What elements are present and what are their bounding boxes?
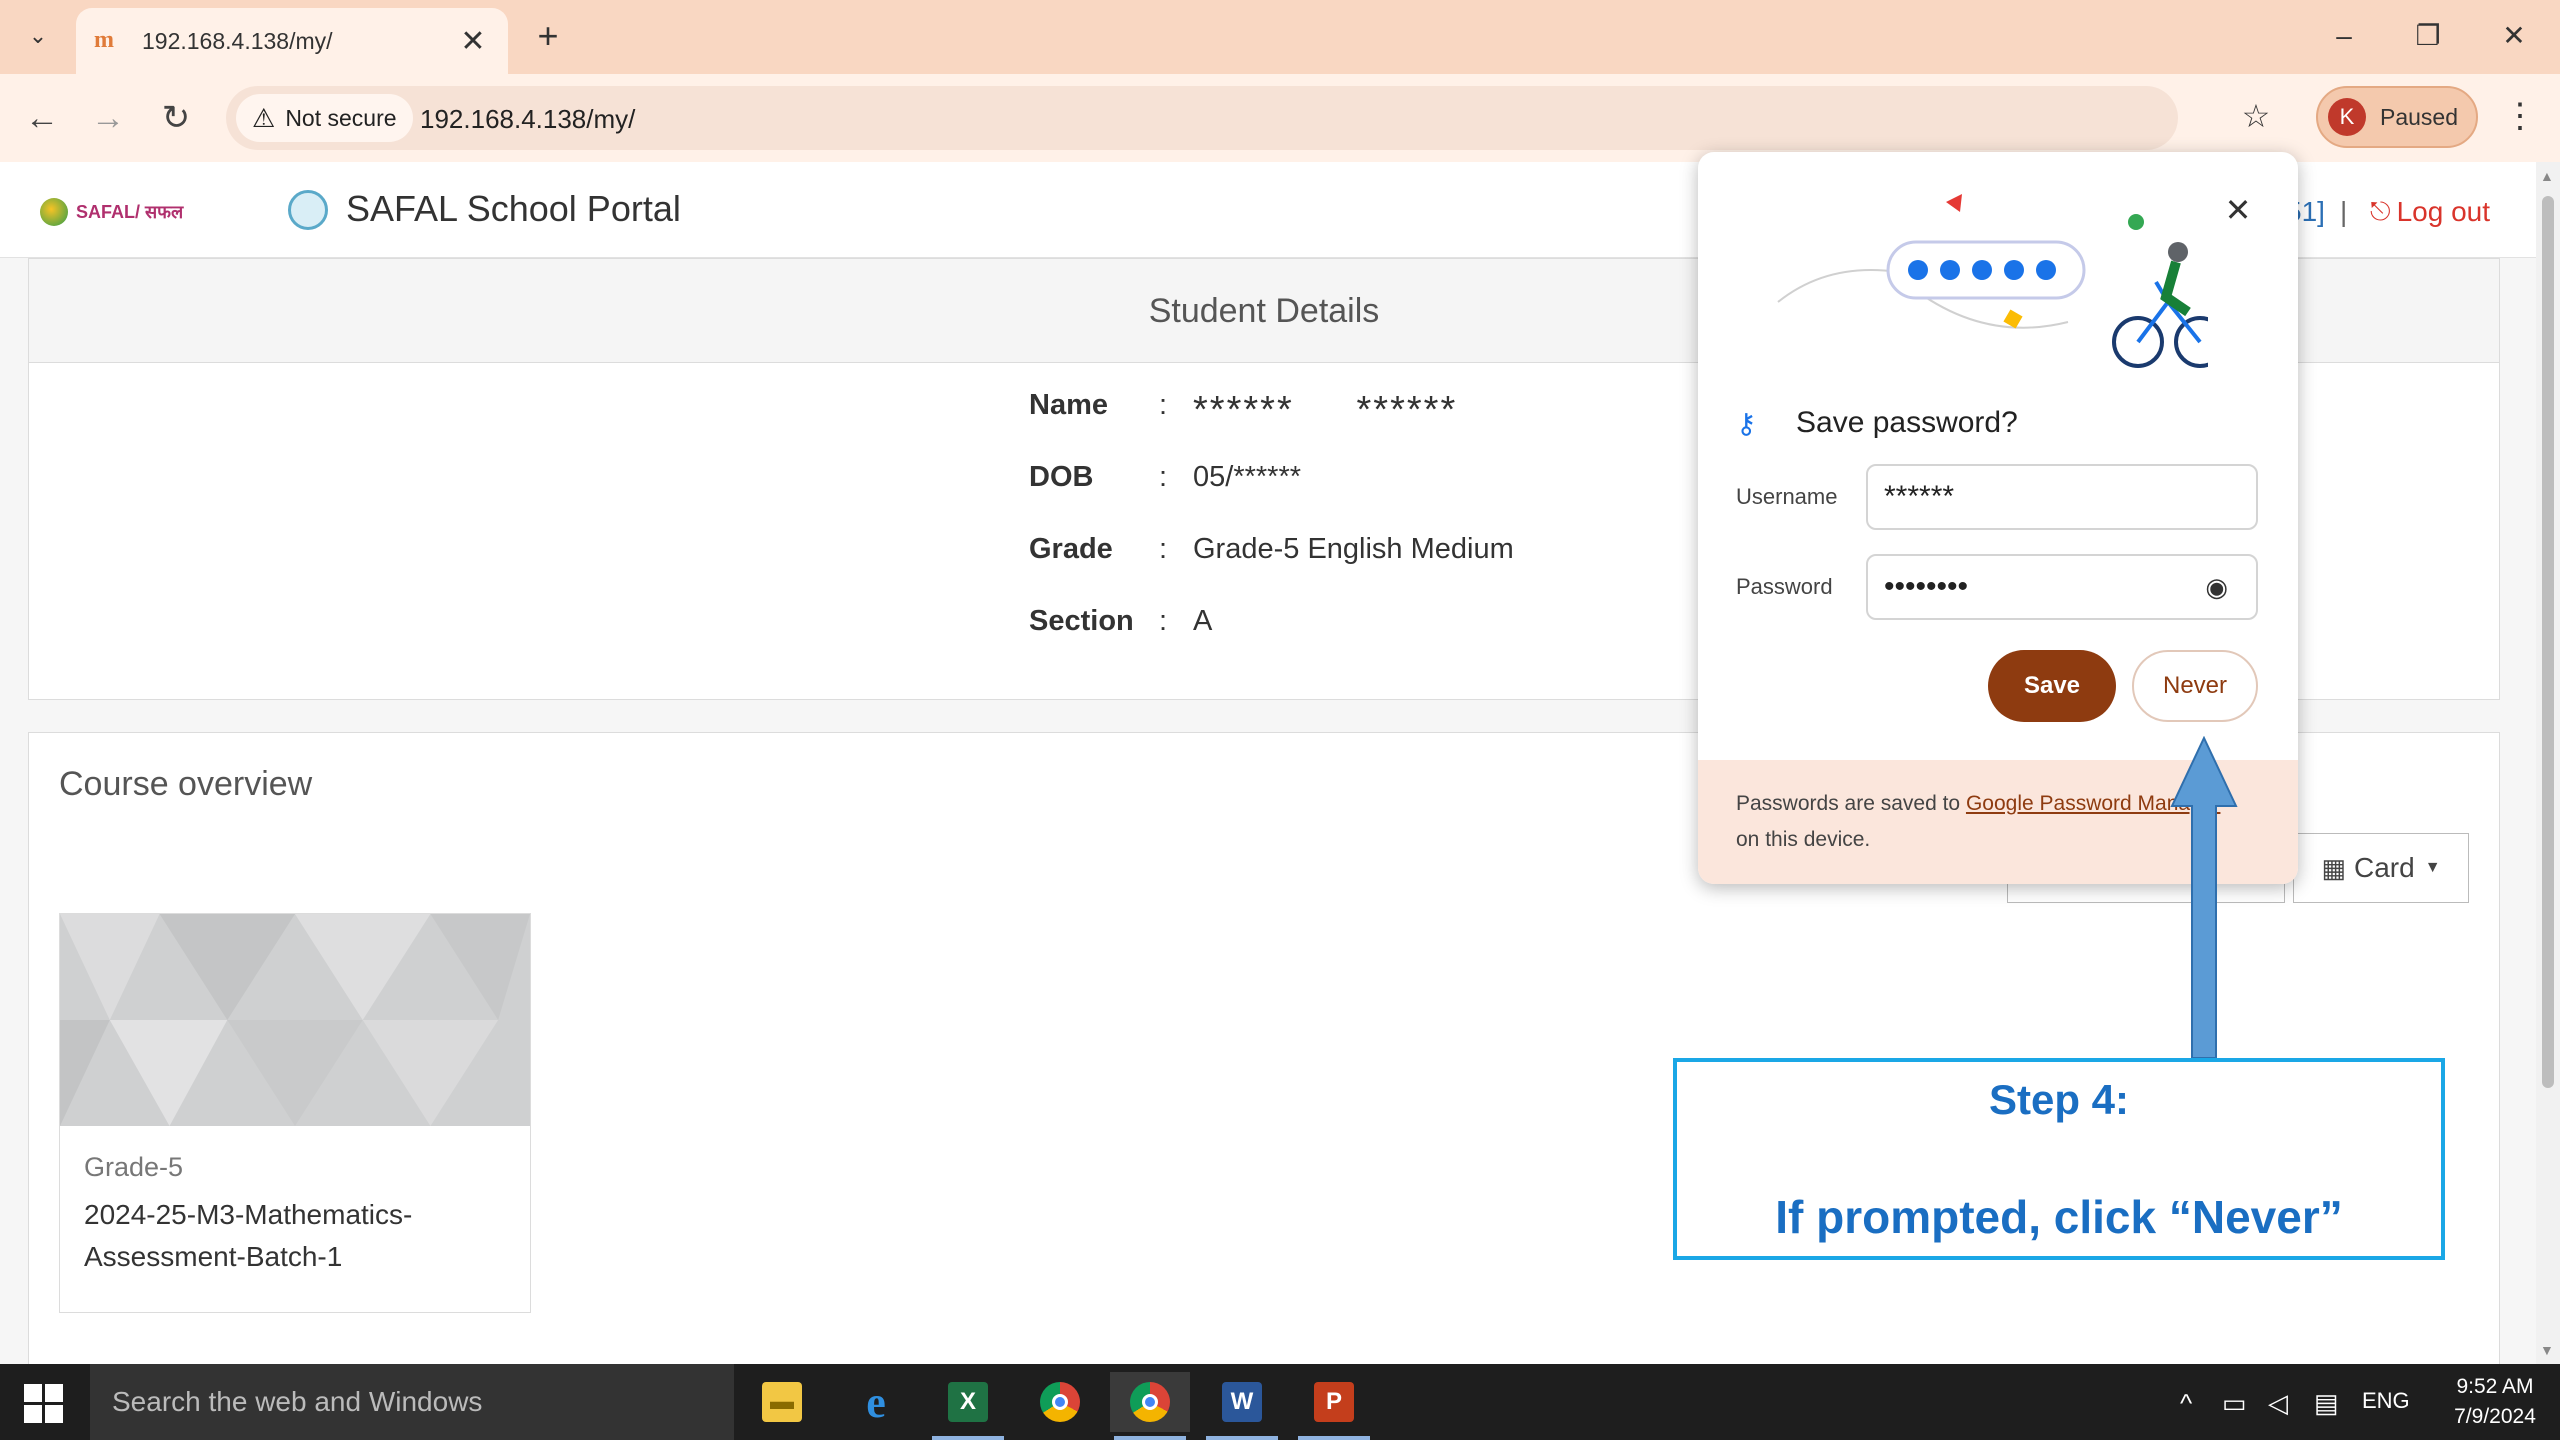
edge-icon[interactable]: e	[836, 1372, 916, 1432]
detail-row-name: Name : ****** ******	[1029, 389, 1458, 431]
portal-title[interactable]: SAFAL School Portal	[346, 188, 681, 230]
browser-toolbar: ← → ↻ ⚠ Not secure 192.168.4.138/my/ ⚿	[0, 74, 2560, 162]
logout-icon: ⎋	[2370, 196, 2391, 226]
excel-icon[interactable]: X	[928, 1372, 1008, 1440]
forward-icon[interactable]: →	[84, 94, 132, 142]
security-label: Not secure	[285, 104, 397, 131]
profile-button[interactable]: K Paused	[2316, 86, 2478, 148]
security-chip[interactable]: ⚠ Not secure	[236, 94, 413, 142]
key-icon: ⚷	[1736, 407, 1757, 439]
notifications-icon[interactable]: ▤	[2314, 1388, 2339, 1419]
taskbar: Search the web and Windows ▬ e X W P ^ ▭…	[0, 1364, 2560, 1440]
logout-link[interactable]: ⎋ Log out	[2370, 196, 2490, 228]
dialog-close-icon[interactable]: ✕	[2216, 188, 2260, 232]
password-illustration	[1777, 194, 2208, 368]
profile-status: Paused	[2380, 103, 2459, 130]
caret-down-icon: ▼	[2424, 859, 2441, 876]
clock-time: 9:52 AM	[2456, 1375, 2534, 1398]
browser-tab-strip: ⌄ m 192.168.4.138/my/ ✕ + – ❐ ✕	[0, 0, 2560, 74]
portal-emblem-icon	[288, 190, 328, 230]
volume-muted-icon[interactable]: ◁	[2268, 1388, 2288, 1419]
address-bar[interactable]: ⚠ Not secure 192.168.4.138/my/ ⚿	[226, 86, 2376, 150]
tab-title: 192.168.4.138/my/	[142, 27, 333, 54]
scroll-thumb[interactable]	[2542, 196, 2554, 1088]
username-label: Username	[1736, 484, 1838, 509]
taskbar-clock[interactable]: 9:52 AM 7/9/2024	[2440, 1372, 2550, 1432]
save-button[interactable]: Save	[1988, 650, 2116, 722]
username-value: ******	[1884, 480, 1955, 513]
course-card[interactable]: Grade-5 2024-25-M3-Mathematics-Assessmen…	[59, 913, 531, 1313]
view-mode-label: Card	[2354, 852, 2415, 883]
grid-icon: ▦	[2321, 852, 2347, 883]
language-indicator[interactable]: ENG	[2362, 1388, 2410, 1414]
annotation-step-text: If prompted, click “Never”	[1775, 1191, 2343, 1243]
safal-logo[interactable]: SAFAL/ सफल	[40, 196, 220, 228]
warning-icon: ⚠	[252, 102, 276, 133]
bookmark-star-icon[interactable]: ☆	[2234, 94, 2278, 138]
header-separator: |	[2340, 196, 2348, 227]
taskbar-search[interactable]: Search the web and Windows	[90, 1364, 734, 1440]
course-category: Grade-5	[84, 1152, 184, 1182]
annotation-step-title: Step 4:	[1988, 1076, 2130, 1123]
footer-text-2: on this device.	[1736, 828, 1871, 851]
show-password-eye-icon[interactable]: ◉	[2205, 572, 2228, 603]
detail-row-section: Section : A	[1029, 605, 1213, 637]
password-value: ••••••••	[1884, 570, 1969, 603]
url-text[interactable]: 192.168.4.138/my/	[420, 104, 635, 135]
detail-row-dob: DOB : 05/******	[1029, 461, 1302, 493]
windows-start-icon[interactable]	[24, 1384, 64, 1424]
powerpoint-icon[interactable]: P	[1294, 1372, 1374, 1440]
footer-text: Passwords are saved to	[1736, 792, 1966, 815]
scroll-up-icon[interactable]: ▲	[2540, 168, 2554, 184]
safal-logo-icon	[40, 198, 68, 226]
dialog-title: Save password?	[1796, 406, 2018, 439]
course-overview-heading: Course overview	[59, 765, 313, 803]
restore-icon[interactable]: ❐	[2398, 14, 2458, 58]
word-icon[interactable]: W	[1202, 1372, 1282, 1440]
tray-chevron-icon[interactable]: ^	[2180, 1388, 2192, 1419]
annotation-box: Step 4: If prompted, click “Never”	[1673, 1058, 2445, 1260]
password-field[interactable]: •••••••• ◉	[1866, 554, 2258, 620]
detail-row-grade: Grade : Grade-5 English Medium	[1029, 533, 1514, 565]
scroll-down-icon[interactable]: ▼	[2540, 1342, 2554, 1358]
chrome-icon[interactable]	[1020, 1372, 1100, 1432]
course-name-link[interactable]: 2024-25-M3-Mathematics-Assessment-Batch-…	[84, 1194, 504, 1278]
dialog-title-row: ⚷ Save password?	[1736, 406, 2018, 440]
browser-menu-icon[interactable]: ⋮	[2500, 94, 2540, 138]
browser-tab[interactable]: m 192.168.4.138/my/ ✕	[76, 8, 508, 74]
password-label: Password	[1736, 574, 1833, 599]
new-tab-button[interactable]: +	[526, 14, 570, 58]
logout-label: Log out	[2396, 196, 2490, 227]
avatar: K	[2328, 98, 2366, 136]
reload-icon[interactable]: ↻	[152, 94, 200, 142]
back-icon[interactable]: ←	[18, 94, 66, 142]
annotation-arrow	[2170, 736, 2238, 1059]
window-close-icon[interactable]: ✕	[2484, 14, 2544, 58]
tab-search-chevron-icon[interactable]: ⌄	[18, 16, 58, 56]
minimize-icon[interactable]: –	[2314, 14, 2374, 58]
network-icon[interactable]: ▭	[2222, 1388, 2247, 1419]
moodle-favicon-icon: m	[94, 27, 114, 53]
tab-close-icon[interactable]: ✕	[456, 24, 490, 59]
chrome-profile-icon[interactable]	[1110, 1372, 1190, 1440]
never-button[interactable]: Never	[2132, 650, 2258, 722]
clock-date: 7/9/2024	[2454, 1405, 2536, 1428]
safal-logo-text: SAFAL/ सफल	[76, 202, 184, 222]
course-image	[60, 914, 530, 1126]
view-mode-dropdown[interactable]: ▦ Card ▼	[2293, 833, 2469, 903]
file-explorer-icon[interactable]: ▬	[742, 1372, 822, 1432]
username-field[interactable]: ******	[1866, 464, 2258, 530]
page-scrollbar[interactable]: ▲ ▼	[2536, 162, 2560, 1364]
